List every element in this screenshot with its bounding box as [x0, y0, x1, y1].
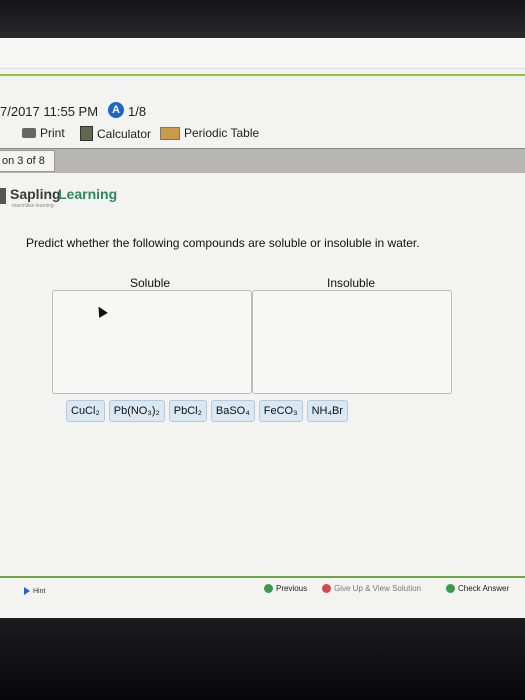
question-tab-bar: [0, 148, 525, 173]
insoluble-label: Insoluble: [327, 276, 376, 290]
previous-label: Previous: [276, 584, 308, 593]
accent-line: [0, 74, 525, 76]
compound-chip-nh4br[interactable]: NH₄Br: [306, 400, 348, 422]
app-screen: 7/2017 11:55 PM A 1/8 Print Calculator P…: [0, 38, 525, 618]
browser-strip: [0, 38, 525, 69]
previous-button[interactable]: Previous: [264, 584, 307, 593]
question-tab[interactable]: on 3 of 8: [0, 150, 55, 172]
assignment-datetime: 7/2017 11:55 PM: [0, 104, 99, 119]
check-answer-label: Check Answer: [458, 584, 510, 593]
check-answer-button[interactable]: Check Answer: [446, 584, 509, 593]
soluble-drop-zone[interactable]: [52, 290, 252, 394]
periodic-table-icon: [160, 126, 180, 140]
monitor-top-bezel: [0, 0, 525, 38]
periodic-table-button[interactable]: Periodic Table: [160, 126, 259, 140]
insoluble-drop-zone[interactable]: [252, 290, 452, 394]
compound-chip-cucl2[interactable]: CuCl₂: [66, 400, 105, 422]
compound-chip-baso4[interactable]: BaSO₄: [210, 400, 255, 422]
soluble-label: Soluble: [130, 276, 171, 290]
compound-chip-pbno32[interactable]: Pb(NO₃)₂: [108, 400, 165, 422]
periodic-table-label: Periodic Table: [184, 126, 260, 140]
give-up-label: Give Up & View Solution: [334, 584, 422, 593]
brand-name-part1: Sapling: [10, 186, 61, 202]
calculator-label: Calculator: [97, 126, 152, 141]
monitor-bottom-bezel: [0, 618, 525, 700]
previous-icon: [264, 584, 273, 593]
give-up-icon: [322, 584, 331, 593]
brand-name-part2: Learning: [58, 186, 118, 202]
hint-arrow-icon: [24, 587, 30, 595]
check-answer-icon: [446, 584, 455, 593]
hint-label: Hint: [33, 587, 46, 595]
give-up-button[interactable]: Give Up & View Solution: [322, 584, 421, 593]
question-prompt: Predict whether the following compounds …: [26, 236, 420, 250]
calculator-button[interactable]: Calculator: [80, 126, 151, 141]
footer-divider: [0, 576, 525, 578]
hint-button[interactable]: Hint: [24, 587, 45, 595]
printer-icon: [22, 128, 36, 138]
compound-bank: CuCl₂ Pb(NO₃)₂ PbCl₂ BaSO₄ FeCO₃ NH₄Br: [66, 400, 348, 422]
assignment-badge-icon[interactable]: A: [108, 102, 124, 118]
print-label: Print: [40, 126, 65, 140]
print-button[interactable]: Print: [22, 126, 65, 140]
compound-chip-feco3[interactable]: FeCO₃: [258, 400, 303, 422]
compound-chip-pbcl2[interactable]: PbCl₂: [168, 400, 207, 422]
sapling-logo-icon: [0, 188, 6, 204]
calculator-icon: [80, 126, 93, 141]
page-count: 1/8: [128, 104, 147, 119]
brand-tagline: macmillan learning: [12, 203, 54, 209]
